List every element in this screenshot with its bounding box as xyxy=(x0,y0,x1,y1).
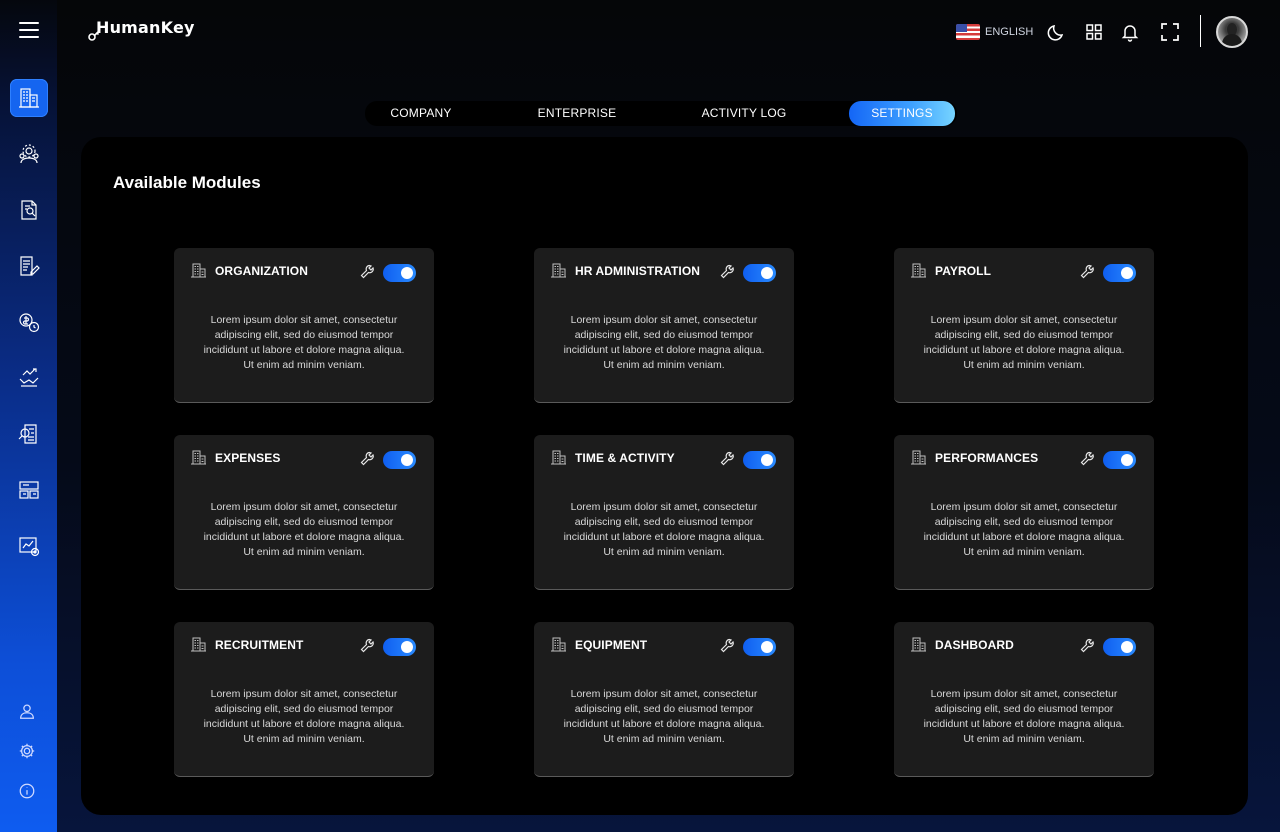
tab-bar: COMPANY ENTERPRISE ACTIVITY LOG SETTINGS xyxy=(365,101,957,126)
bell-icon[interactable] xyxy=(1120,22,1140,42)
module-toggle[interactable] xyxy=(1103,451,1136,469)
wrench-icon[interactable] xyxy=(720,264,735,279)
buildings-icon xyxy=(19,88,39,108)
module-title: EQUIPMENT xyxy=(575,638,648,652)
tab-settings[interactable]: SETTINGS xyxy=(849,101,955,126)
header-divider xyxy=(1200,15,1201,47)
tab-company[interactable]: COMPANY xyxy=(365,101,477,126)
module-card-hr-administration: HR ADMINISTRATION Lorem ipsum dolor sit a… xyxy=(534,248,794,403)
building-icon xyxy=(550,636,567,653)
us-flag-icon xyxy=(956,24,980,40)
sidebar-item-hr-administration[interactable] xyxy=(10,135,48,173)
module-card-time-activity: TIME & ACTIVITY Lorem ipsum dolor sit ame… xyxy=(534,435,794,590)
module-title: ORGANIZATION xyxy=(215,264,308,278)
moon-icon[interactable] xyxy=(1047,22,1067,42)
wrench-icon[interactable] xyxy=(1080,451,1095,466)
building-icon xyxy=(190,262,207,279)
module-title: RECRUITMENT xyxy=(215,638,304,652)
module-card-recruitment: RECRUITMENT Lorem ipsum dolor sit amet, c… xyxy=(174,622,434,777)
module-toggle[interactable] xyxy=(383,451,416,469)
module-toggle[interactable] xyxy=(1103,638,1136,656)
module-description: Lorem ipsum dolor sit amet, consectetur … xyxy=(563,501,765,558)
module-card-dashboard: DASHBOARD Lorem ipsum dolor sit amet, con… xyxy=(894,622,1154,777)
module-toggle[interactable] xyxy=(743,638,776,656)
wrench-icon[interactable] xyxy=(720,638,735,653)
module-toggle[interactable] xyxy=(743,264,776,282)
team-gear-icon xyxy=(19,144,39,164)
apps-grid-icon[interactable] xyxy=(1084,22,1104,42)
search-document-icon xyxy=(18,424,37,444)
tab-enterprise[interactable]: ENTERPRISE xyxy=(522,101,632,126)
sidebar-item-expenses[interactable] xyxy=(10,247,48,285)
module-title: TIME & ACTIVITY xyxy=(575,451,675,465)
document-user-icon xyxy=(21,200,37,220)
app-logo[interactable]: HumanKey xyxy=(88,18,195,42)
module-card-expenses: EXPENSES Lorem ipsum dolor sit amet, cons… xyxy=(174,435,434,590)
module-title: PAYROLL xyxy=(935,264,992,278)
sidebar-item-organization[interactable] xyxy=(10,79,48,117)
sidebar-item-recruitment[interactable] xyxy=(10,415,48,453)
menu-icon[interactable] xyxy=(19,22,39,38)
sidebar-item-equipment[interactable] xyxy=(10,471,48,509)
building-icon xyxy=(550,449,567,466)
building-icon xyxy=(910,449,927,466)
module-description: Lorem ipsum dolor sit amet, consectetur … xyxy=(923,501,1125,558)
module-toggle[interactable] xyxy=(383,264,416,282)
module-toggle[interactable] xyxy=(383,638,416,656)
building-icon xyxy=(190,636,207,653)
module-title: DASHBOARD xyxy=(935,638,1014,652)
building-icon xyxy=(550,262,567,279)
module-description: Lorem ipsum dolor sit amet, consectetur … xyxy=(923,314,1125,371)
language-selector[interactable]: ENGLISH xyxy=(956,24,1033,40)
module-card-payroll: PAYROLL Lorem ipsum dolor sit amet, conse… xyxy=(894,248,1154,403)
tab-activity-log[interactable]: ACTIVITY LOG xyxy=(686,101,802,126)
module-description: Lorem ipsum dolor sit amet, consectetur … xyxy=(203,314,405,371)
chart-settings-icon xyxy=(19,537,40,557)
sidebar xyxy=(0,0,57,832)
equipment-icon xyxy=(19,481,39,499)
performance-icon xyxy=(19,368,39,387)
sidebar-item-performances[interactable] xyxy=(10,359,48,397)
module-description: Lorem ipsum dolor sit amet, consectetur … xyxy=(563,314,765,371)
module-title: HR ADMINISTRATION xyxy=(575,264,701,278)
building-icon xyxy=(190,449,207,466)
module-description: Lorem ipsum dolor sit amet, consectetur … xyxy=(203,688,405,745)
module-card-organization: ORGANIZATION Lorem ipsum dolor sit amet, … xyxy=(174,248,434,403)
document-edit-icon xyxy=(20,256,40,276)
info-icon[interactable] xyxy=(18,782,40,804)
app-name: HumanKey xyxy=(96,18,195,37)
language-label: ENGLISH xyxy=(985,26,1034,38)
module-card-equipment: EQUIPMENT Lorem ipsum dolor sit amet, con… xyxy=(534,622,794,777)
module-description: Lorem ipsum dolor sit amet, consectetur … xyxy=(923,688,1125,745)
sidebar-item-dashboard[interactable] xyxy=(10,527,48,565)
wrench-icon[interactable] xyxy=(1080,638,1095,653)
building-icon xyxy=(910,262,927,279)
settings-icon[interactable] xyxy=(18,742,40,764)
fullscreen-icon[interactable] xyxy=(1160,22,1180,42)
wrench-icon[interactable] xyxy=(360,264,375,279)
wrench-icon[interactable] xyxy=(360,638,375,653)
money-clock-icon xyxy=(19,313,40,333)
sidebar-item-time-activity[interactable] xyxy=(10,303,48,341)
module-toggle[interactable] xyxy=(743,451,776,469)
module-toggle[interactable] xyxy=(1103,264,1136,282)
module-title: EXPENSES xyxy=(215,451,281,465)
building-icon xyxy=(910,636,927,653)
module-title: PERFORMANCES xyxy=(935,451,1039,465)
wrench-icon[interactable] xyxy=(720,451,735,466)
wrench-icon[interactable] xyxy=(1080,264,1095,279)
module-card-performances: PERFORMANCES Lorem ipsum dolor sit amet, … xyxy=(894,435,1154,590)
user-icon[interactable] xyxy=(18,702,40,724)
module-description: Lorem ipsum dolor sit amet, consectetur … xyxy=(203,501,405,558)
wrench-icon[interactable] xyxy=(360,451,375,466)
page-title: Available Modules xyxy=(113,173,261,192)
module-description: Lorem ipsum dolor sit amet, consectetur … xyxy=(563,688,765,745)
avatar[interactable] xyxy=(1216,16,1248,48)
sidebar-item-payroll[interactable] xyxy=(10,191,48,229)
